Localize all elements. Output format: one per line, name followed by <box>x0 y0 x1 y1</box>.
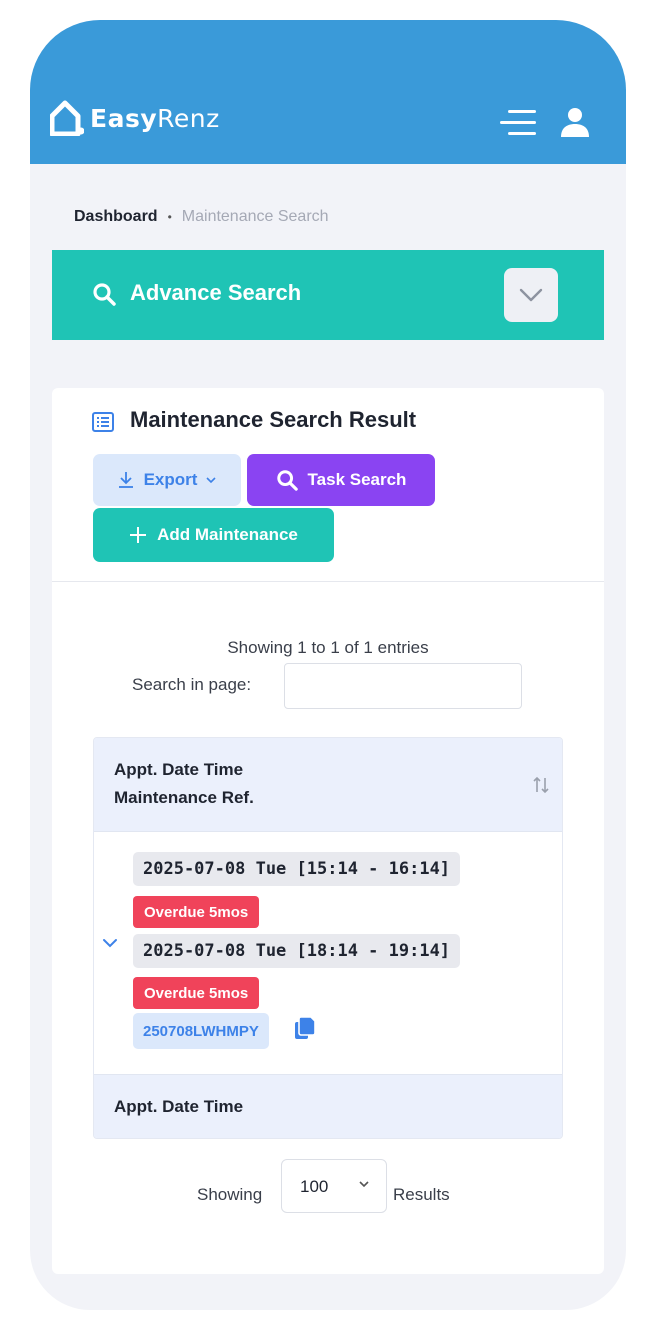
sort-icon[interactable] <box>532 776 550 794</box>
search-in-page-label: Search in page: <box>132 675 252 694</box>
footer-appt-date-time: Appt. Date Time <box>114 1097 244 1116</box>
export-label: Export <box>143 470 198 489</box>
add-maintenance-button[interactable]: Add Maintenance <box>93 508 334 562</box>
results-table: Appt. Date Time Maintenance Ref. 2025-07… <box>93 737 563 1139</box>
breadcrumb-current: Maintenance Search <box>181 208 329 225</box>
advance-search-panel[interactable]: Advance Search <box>52 250 604 340</box>
column-header-appt-date-time: Appt. Date Time <box>114 760 244 779</box>
appointment-datetime: 2025-07-08 Tue [15:14 - 16:14] <box>133 852 461 886</box>
menu-icon[interactable] <box>500 108 536 138</box>
copy-icon[interactable] <box>294 1016 316 1040</box>
advance-search-toggle-button[interactable] <box>504 268 558 322</box>
app-name: EasyRenz <box>90 103 220 133</box>
user-icon[interactable] <box>560 106 590 138</box>
appointment-datetime: 2025-07-08 Tue [18:14 - 19:14] <box>133 934 461 968</box>
add-maintenance-label: Add Maintenance <box>157 525 298 544</box>
search-icon <box>93 283 116 306</box>
overdue-badge: Overdue 5mos <box>133 896 260 928</box>
chevron-down-icon <box>206 476 216 483</box>
chevron-down-icon <box>519 288 543 302</box>
breadcrumb-separator: • <box>167 210 172 224</box>
chevron-down-icon[interactable] <box>102 938 118 948</box>
entries-count-text: Showing 1 to 1 of 1 entries <box>227 638 429 657</box>
table-footer: Appt. Date Time <box>94 1074 562 1138</box>
download-icon <box>118 471 134 489</box>
page-size-select[interactable]: 100 <box>281 1159 387 1213</box>
search-in-page-input[interactable] <box>284 663 522 709</box>
result-title: Maintenance Search Result <box>130 407 417 432</box>
table-header[interactable]: Appt. Date Time Maintenance Ref. <box>94 738 562 832</box>
top-bar: EasyRenz <box>30 20 626 164</box>
export-button[interactable]: Export <box>93 454 241 506</box>
page-size-showing-label: Showing <box>197 1185 263 1204</box>
chevron-down-icon <box>359 1181 369 1188</box>
breadcrumb-dashboard-link[interactable]: Dashboard <box>74 208 158 226</box>
overdue-badge: Overdue 5mos <box>133 977 260 1009</box>
search-result-card: Maintenance Search Result Export Task Se… <box>52 388 604 1274</box>
maintenance-ref-link[interactable]: 250708LWHMPY <box>133 1013 269 1049</box>
app-screen: EasyRenz Dashboard • Maintenance Search … <box>30 20 626 1310</box>
page-size-results-label: Results <box>393 1185 450 1204</box>
task-search-label: Task Search <box>307 470 407 489</box>
search-icon <box>276 469 298 491</box>
task-search-button[interactable]: Task Search <box>247 454 435 506</box>
column-header-maintenance-ref: Maintenance Ref. <box>114 788 254 807</box>
breadcrumb: Dashboard • Maintenance Search <box>74 208 329 226</box>
list-icon <box>92 412 114 432</box>
divider <box>52 581 604 582</box>
app-logo[interactable]: EasyRenz <box>50 100 220 136</box>
advance-search-title: Advance Search <box>130 280 302 305</box>
plus-icon <box>129 526 147 544</box>
home-logo-icon <box>50 100 84 136</box>
page-size-value: 100 <box>300 1177 329 1196</box>
